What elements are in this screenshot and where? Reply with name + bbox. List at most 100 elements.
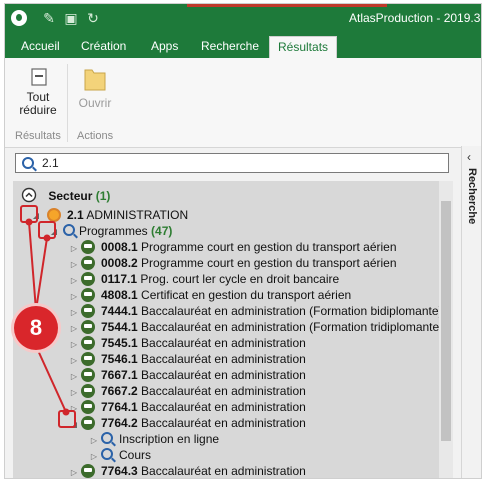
program-code: 7545.1: [101, 336, 138, 350]
group-label-results: Résultats: [15, 130, 61, 142]
side-panel-label: Recherche: [466, 168, 478, 225]
program-icon: [81, 272, 95, 286]
expand-toggle-icon[interactable]: ▷: [69, 468, 79, 478]
tree-program-row[interactable]: 7764.3 Baccalauréat en administration: [101, 463, 306, 478]
expand-toggle-icon[interactable]: ▷: [69, 324, 79, 334]
open-folder-icon: [84, 69, 106, 91]
tree-program-row[interactable]: 7544.1 Baccalauréat en administration (F…: [101, 319, 443, 335]
program-name: Baccalauréat en administration: [141, 336, 306, 350]
results-tree: Secteur (1) ◢ 2.1 ADMINISTRATION ◢ Progr…: [13, 181, 453, 478]
tree-program-row-expanded[interactable]: 7764.2 Baccalauréat en administration: [101, 415, 306, 431]
tree-program-row[interactable]: 7667.2 Baccalauréat en administration: [101, 383, 306, 399]
tree-program-row[interactable]: 7764.1 Baccalauréat en administration: [101, 399, 306, 415]
program-icon: [81, 240, 95, 254]
tree-program-row[interactable]: 0117.1 Prog. court ler cycle en droit ba…: [101, 271, 339, 287]
program-code: 7546.1: [101, 352, 138, 366]
program-icon: [81, 352, 95, 366]
expand-toggle-icon[interactable]: ▷: [69, 308, 79, 318]
program-name: Baccalauréat en administration (Formatio…: [141, 320, 444, 334]
annotation-badge: 8: [14, 306, 58, 350]
annotation-highlight-box: [58, 410, 76, 428]
search-icon: [22, 157, 34, 169]
search-side-panel[interactable]: ‹ Recherche: [461, 146, 481, 478]
tab-recherche[interactable]: Recherche: [193, 36, 267, 58]
admin-label: ADMINISTRATION: [86, 208, 189, 222]
save-icon[interactable]: ▣: [63, 10, 79, 26]
app-window: ✎ ▣ ↻ AtlasProduction - 2019.3 Accueil C…: [4, 3, 482, 479]
expand-toggle-icon[interactable]: ▷: [69, 260, 79, 270]
programmes-search-icon: [63, 224, 75, 236]
annotation-highlight-box: [38, 221, 56, 239]
search-value: 2.1: [42, 156, 59, 170]
tree-program-row[interactable]: 7545.1 Baccalauréat en administration: [101, 335, 306, 351]
tree-program-row[interactable]: 7546.1 Baccalauréat en administration: [101, 351, 306, 367]
expand-toggle-icon[interactable]: ▷: [69, 388, 79, 398]
annotation-highlight-box: [20, 205, 38, 223]
program-icon: [81, 416, 95, 430]
tab-apps[interactable]: Apps: [143, 36, 186, 58]
expand-toggle-icon[interactable]: ▷: [69, 356, 79, 366]
tree-program-row[interactable]: 4808.1 Certificat en gestion du transpor…: [101, 287, 351, 303]
program-name: Baccalauréat en administration: [141, 384, 306, 398]
expand-toggle-icon[interactable]: ▷: [69, 276, 79, 286]
child-search-icon: [101, 448, 113, 460]
program-icon: [81, 256, 95, 270]
tree-admin-row[interactable]: 2.1 ADMINISTRATION: [67, 207, 188, 223]
ribbon-separator: [67, 64, 68, 142]
program-code: 0008.2: [101, 256, 138, 270]
program-icon: [81, 320, 95, 334]
program-name: Baccalauréat en administration: [141, 464, 306, 478]
expand-toggle-icon[interactable]: ▷: [89, 452, 99, 462]
open-button[interactable]: Ouvrir: [75, 62, 115, 110]
program-code: 0008.1: [101, 240, 138, 254]
tab-creation[interactable]: Création: [73, 36, 134, 58]
tree-programmes-row[interactable]: Programmes (47): [79, 223, 172, 239]
tree-program-row[interactable]: 0008.1 Programme court en gestion du tra…: [101, 239, 397, 255]
program-name: Programme court en gestion du transport …: [141, 240, 397, 254]
window-title: AtlasProduction - 2019.3: [349, 11, 481, 25]
sector-label: Secteur: [48, 189, 93, 203]
program-code: 7667.1: [101, 368, 138, 382]
expand-toggle-icon[interactable]: ▷: [89, 436, 99, 446]
program-icon: [81, 464, 95, 478]
program-name: Prog. court ler cycle en droit bancaire: [140, 272, 340, 286]
expand-toggle-icon[interactable]: ▷: [69, 292, 79, 302]
tree-sector-row[interactable]: Secteur (1): [21, 187, 110, 203]
open-label: Ouvrir: [78, 96, 112, 110]
program-name: Programme court en gestion du transport …: [141, 256, 397, 270]
program-name: Baccalauréat en administration: [141, 368, 306, 382]
edit-icon[interactable]: ✎: [41, 10, 57, 26]
collapse-all-icon: [31, 68, 47, 86]
ribbon-tabs: Accueil Création Apps Recherche Résultat…: [5, 32, 481, 58]
collapse-all-button[interactable]: Tout réduire: [19, 66, 59, 117]
programmes-label: Programmes: [79, 224, 148, 238]
programmes-count: (47): [151, 224, 173, 238]
tab-resultats[interactable]: Résultats: [269, 36, 338, 58]
tree-program-row[interactable]: 7444.1 Baccalauréat en administration (F…: [101, 303, 443, 319]
tree-program-row[interactable]: 7667.1 Baccalauréat en administration: [101, 367, 306, 383]
child-label: Inscription en ligne: [119, 432, 220, 446]
collapse-circle-icon[interactable]: [21, 187, 37, 203]
expand-toggle-icon[interactable]: ▷: [69, 372, 79, 382]
program-name: Baccalauréat en administration: [141, 416, 306, 430]
tree-program-row[interactable]: 0008.2 Programme court en gestion du tra…: [101, 255, 397, 271]
tree-child-row[interactable]: Inscription en ligne: [119, 431, 219, 447]
child-search-icon: [101, 432, 113, 444]
scrollbar-thumb[interactable]: [441, 201, 451, 441]
expand-toggle-icon[interactable]: ▷: [69, 340, 79, 350]
tab-accueil[interactable]: Accueil: [13, 36, 68, 58]
tree-scrollbar[interactable]: [439, 181, 453, 478]
program-code: 7764.2: [101, 416, 138, 430]
admin-sector-icon: [47, 208, 61, 222]
expand-toggle-icon[interactable]: ▷: [69, 244, 79, 254]
admin-code: 2.1: [67, 208, 84, 222]
refresh-icon[interactable]: ↻: [85, 10, 101, 26]
search-input[interactable]: 2.1: [15, 153, 449, 173]
collapse-panel-icon[interactable]: ‹: [467, 150, 471, 164]
program-code: 7764.1: [101, 400, 138, 414]
sector-count: (1): [95, 189, 111, 203]
program-name: Baccalauréat en administration: [141, 352, 306, 366]
tree-child-row[interactable]: Cours: [119, 447, 151, 463]
program-name: Baccalauréat en administration (Formatio…: [141, 304, 443, 318]
child-label: Cours: [119, 448, 152, 462]
